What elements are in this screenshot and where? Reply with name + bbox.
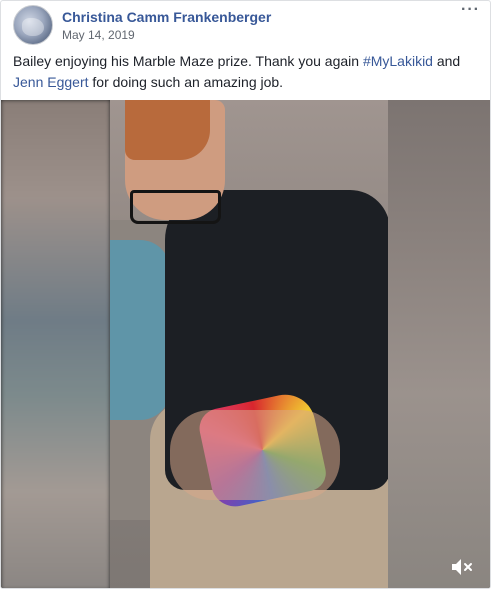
more-options-icon[interactable]: ···	[461, 1, 480, 19]
video-blur-left	[1, 100, 110, 588]
author-avatar[interactable]	[13, 5, 53, 45]
video-pillow	[110, 240, 170, 420]
video-hair	[125, 100, 210, 160]
video-blur-right	[388, 100, 490, 588]
video-glasses	[130, 190, 221, 224]
volume-muted-icon[interactable]	[450, 556, 476, 578]
post-header: Christina Camm Frankenberger May 14, 201…	[13, 1, 479, 47]
post-text-part: Bailey enjoying his Marble Maze prize. T…	[13, 53, 363, 69]
video-hands	[170, 410, 340, 500]
volume-muted-svg	[452, 559, 472, 575]
post-date[interactable]: May 14, 2019	[62, 28, 135, 42]
post-text-part: and	[432, 53, 461, 69]
hashtag-link[interactable]: #MyLakikid	[363, 53, 433, 69]
video-frame[interactable]	[110, 100, 388, 588]
author-name[interactable]: Christina Camm Frankenberger	[62, 9, 271, 25]
post-text: Bailey enjoying his Marble Maze prize. T…	[13, 51, 483, 93]
mention-link[interactable]: Jenn Eggert	[13, 74, 89, 90]
video-player[interactable]	[1, 100, 490, 588]
post-text-part: for doing such an amazing job.	[88, 74, 284, 90]
post-card: Christina Camm Frankenberger May 14, 201…	[0, 0, 491, 589]
